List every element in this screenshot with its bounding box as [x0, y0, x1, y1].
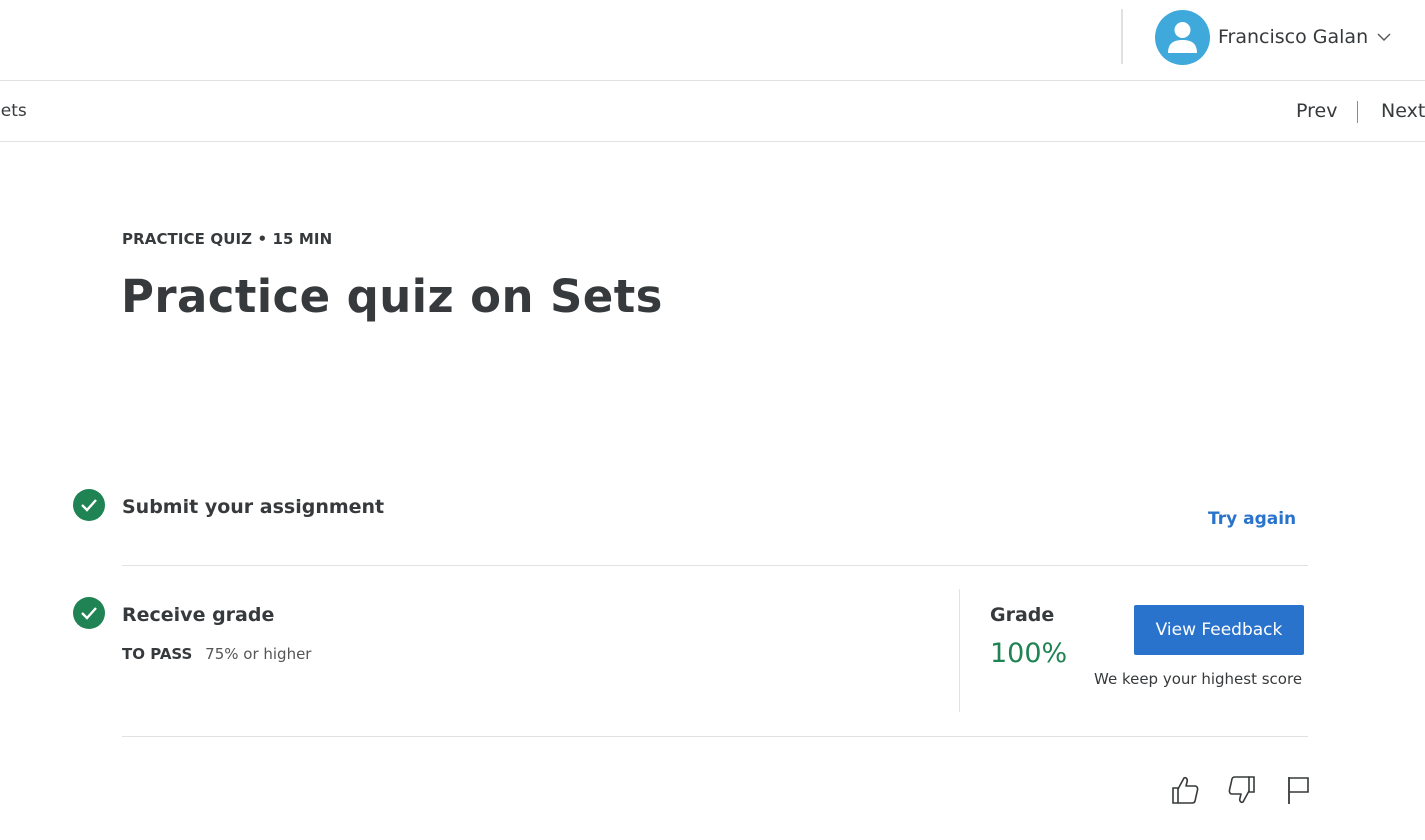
view-feedback-button[interactable]: View Feedback — [1134, 605, 1304, 655]
to-pass-value: 75% or higher — [205, 645, 312, 663]
divider — [122, 565, 1308, 566]
check-circle-icon — [73, 597, 105, 629]
divider — [122, 736, 1308, 737]
item-kicker: PRACTICE QUIZ • 15 MIN — [122, 230, 333, 248]
pass-requirement: TO PASS 75% or higher — [122, 645, 311, 663]
next-link[interactable]: Next — [1381, 100, 1425, 122]
grade-label: Grade — [990, 604, 1055, 626]
user-name: Francisco Galan — [1218, 26, 1369, 48]
thumbs-down-icon[interactable] — [1227, 774, 1257, 806]
flag-icon[interactable] — [1284, 774, 1314, 806]
to-pass-label: TO PASS — [122, 645, 193, 663]
chevron-down-icon — [1377, 33, 1391, 42]
thumbs-up-icon[interactable] — [1170, 774, 1200, 806]
topbar-divider — [1121, 9, 1123, 64]
check-circle-icon — [73, 489, 105, 521]
grade-value: 100% — [990, 638, 1068, 669]
breadcrumb[interactable]: Sets — [0, 101, 27, 121]
highest-score-note: We keep your highest score — [1094, 670, 1303, 688]
page-title: Practice quiz on Sets — [121, 270, 663, 323]
submit-step-title: Submit your assignment — [122, 496, 385, 518]
try-again-link[interactable]: Try again — [1208, 509, 1296, 529]
grade-separator — [959, 589, 960, 712]
item-nav-bar: Sets Prev Next — [0, 81, 1425, 142]
grade-step-title: Receive grade — [122, 604, 275, 626]
nav-separator — [1357, 101, 1358, 123]
feedback-actions — [1170, 774, 1314, 806]
user-menu[interactable]: Francisco Galan — [1155, 9, 1391, 65]
prev-link[interactable]: Prev — [1296, 100, 1337, 122]
user-avatar-icon — [1155, 9, 1210, 65]
top-bar: Francisco Galan — [0, 0, 1425, 81]
